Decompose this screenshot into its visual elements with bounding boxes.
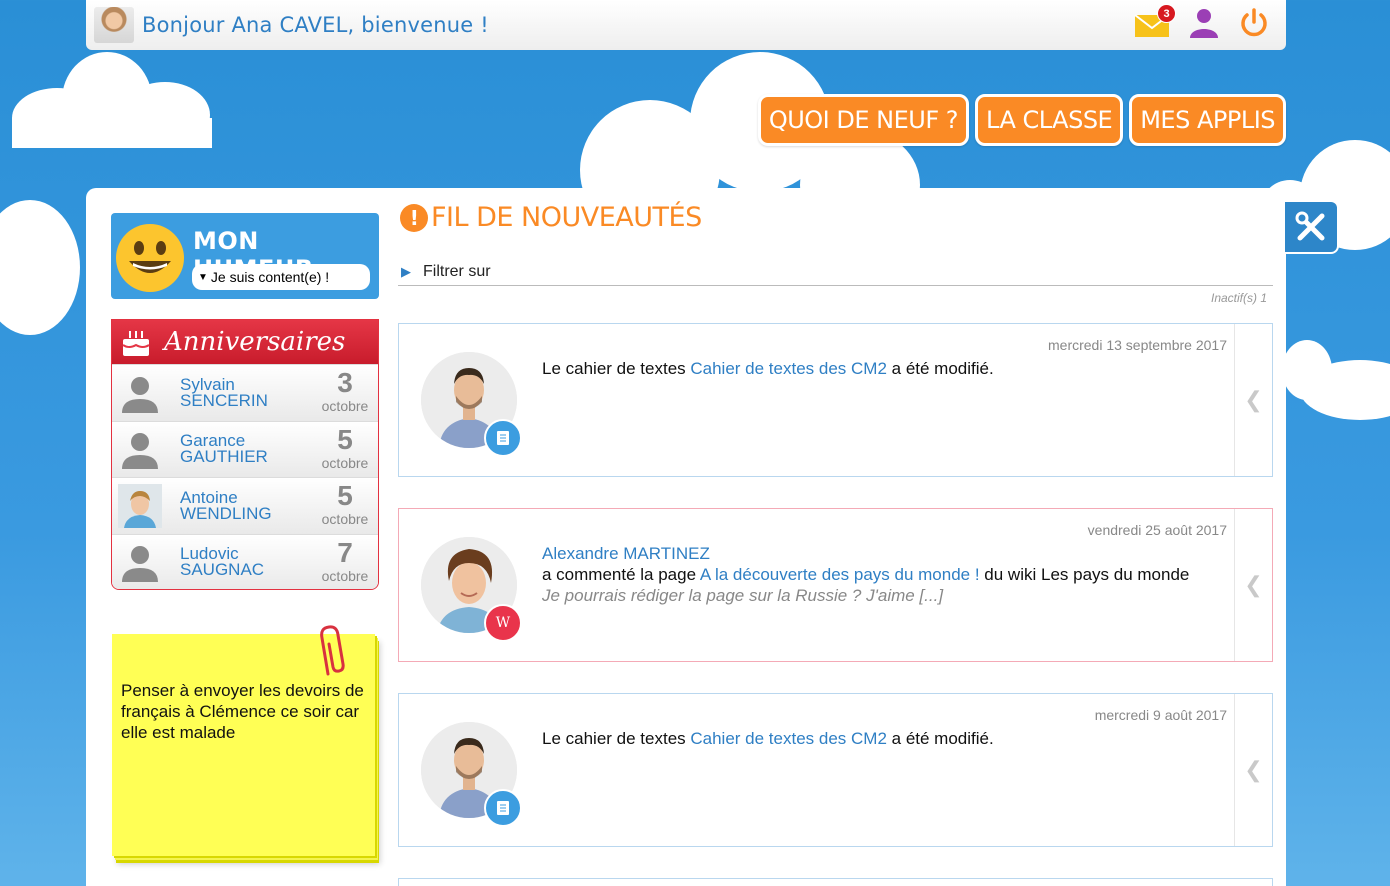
user-placeholder-icon: [122, 376, 158, 413]
birthday-date: 5 octobre: [320, 480, 370, 528]
item-link[interactable]: A la découverte des pays du monde !: [700, 565, 980, 584]
birthday-month: octobre: [321, 511, 369, 527]
feed-item: W vendredi 25 août 2017 Alexandre MARTIN…: [398, 508, 1273, 662]
wrench-screwdriver-icon: [1295, 211, 1325, 241]
last-name: GAUTHIER: [180, 447, 268, 467]
inactive-count: Inactif(s) 1: [1210, 291, 1267, 305]
expand-button[interactable]: ❮: [1234, 694, 1272, 846]
item-text: du wiki Les pays du monde: [979, 565, 1190, 584]
avatar[interactable]: [94, 7, 134, 43]
expand-button[interactable]: ❮: [1234, 509, 1272, 661]
user-placeholder-icon: [122, 546, 158, 583]
document-icon: [484, 419, 522, 457]
sticky-note-text: Penser à envoyer les devoirs de français…: [121, 681, 364, 742]
item-text: a commenté la page: [542, 565, 700, 584]
wiki-icon: W: [484, 604, 522, 642]
item-date: vendredi 25 août 2017: [1087, 522, 1227, 538]
greeting-text: Bonjour Ana CAVEL, bienvenue !: [142, 13, 489, 37]
birthday-date: 5 octobre: [320, 423, 370, 471]
birthday-name: Sylvain SENCERIN: [180, 376, 268, 410]
birthdays-widget: Anniversaires Sylvain SENCERIN 3 octobre Gar…: [111, 319, 379, 590]
item-date: mercredi 9 août 2017: [1094, 707, 1227, 723]
birthday-row[interactable]: Sylvain SENCERIN 3 octobre: [112, 364, 378, 421]
top-bar: Bonjour Ana CAVEL, bienvenue ! 3: [86, 0, 1286, 50]
birthday-month: octobre: [321, 567, 369, 584]
power-icon[interactable]: [1238, 7, 1270, 44]
envelope-icon[interactable]: 3: [1134, 4, 1176, 38]
mood-value: Je suis content(e) !: [210, 269, 330, 285]
filter-toggle[interactable]: ▶ Filtrer sur: [398, 258, 1273, 286]
nav-class-button[interactable]: LA CLASSE: [975, 94, 1124, 146]
filter-label: Filtrer sur: [423, 262, 491, 280]
item-body: Le cahier de textes Cahier de textes des…: [542, 358, 1232, 379]
item-text: Le cahier de textes: [542, 729, 691, 748]
smiley-icon: [116, 224, 184, 292]
birthday-day: 5: [337, 480, 353, 511]
user-icon[interactable]: [1188, 7, 1220, 44]
birthday-day: 7: [337, 536, 353, 568]
last-name: WENDLING: [180, 503, 272, 523]
item-text: Le cahier de textes: [542, 359, 691, 378]
last-name: SAUGNAC: [180, 560, 265, 580]
caret-right-icon: ▶: [401, 263, 411, 279]
feed-item: mercredi 13 septembre 2017 Le cahier de …: [398, 323, 1273, 477]
feed-title-text: FIL DE NOUVEAUTÉS: [431, 202, 702, 233]
birthday-name: Ludovic SAUGNAC: [180, 545, 265, 580]
birthdays-title: Anniversaires: [164, 327, 346, 357]
item-author[interactable]: Alexandre MARTINEZ: [542, 543, 1232, 564]
item-quote: Je pourrais rédiger la page sur la Russi…: [542, 586, 944, 605]
chevron-left-icon: ❮: [1244, 757, 1263, 782]
cake-icon: [122, 331, 150, 356]
last-name: SENCERIN: [180, 390, 268, 410]
paperclip-icon: [320, 625, 345, 676]
avatar: [118, 483, 162, 528]
feed-item: mercredi 9 août 2017 Le cahier de textes…: [398, 693, 1273, 847]
item-text: a été modifié.: [886, 359, 994, 378]
mail-count-badge: 3: [1157, 4, 1176, 23]
user-placeholder-icon: [122, 433, 158, 470]
birthday-row[interactable]: Garance GAUTHIER 5 octobre: [112, 420, 378, 477]
item-link[interactable]: Cahier de textes des CM2: [690, 359, 887, 378]
birthday-row[interactable]: Antoine WENDLING 5 octobre: [112, 477, 378, 534]
expand-button[interactable]: ❮: [1234, 324, 1272, 476]
page-title: ! FIL DE NOUVEAUTÉS: [400, 202, 702, 233]
birthday-name: Garance GAUTHIER: [180, 432, 268, 467]
nav-news-button[interactable]: QUOI DE NEUF ?: [757, 94, 970, 146]
item-link[interactable]: Cahier de textes des CM2: [690, 729, 887, 748]
birthday-month: octobre: [321, 454, 369, 471]
birthday-month: octobre: [321, 398, 369, 414]
feed-item: [398, 878, 1273, 886]
alert-icon: !: [400, 203, 428, 232]
main-nav: QUOI DE NEUF ? LA CLASSE MES APPLIS: [757, 94, 1286, 146]
item-date: mercredi 13 septembre 2017: [1048, 337, 1227, 353]
item-body: Alexandre MARTINEZ a commenté la page A …: [542, 543, 1232, 606]
birthday-date: 3 octobre: [320, 367, 370, 415]
item-text: a été modifié.: [886, 729, 994, 748]
item-body: Le cahier de textes Cahier de textes des…: [542, 728, 1232, 749]
birthdays-header: Anniversaires: [112, 320, 378, 364]
birthday-day: 5: [337, 423, 353, 455]
birthday-date: 7 octobre: [320, 536, 370, 584]
mood-select[interactable]: ▼ Je suis content(e) !: [192, 264, 370, 290]
birthday-row[interactable]: Ludovic SAUGNAC 7 octobre: [112, 533, 378, 589]
tools-button[interactable]: [1285, 200, 1339, 254]
chevron-left-icon: ❮: [1244, 387, 1263, 412]
caret-down-icon: ▼: [198, 271, 208, 283]
chevron-left-icon: ❮: [1244, 572, 1263, 597]
mood-widget: MON HUMEUR ▼ Je suis content(e) !: [111, 213, 379, 299]
document-icon: [484, 789, 522, 827]
birthday-name: Antoine WENDLING: [180, 489, 272, 523]
nav-apps-button[interactable]: MES APPLIS: [1129, 94, 1286, 146]
birthday-day: 3: [337, 367, 353, 398]
